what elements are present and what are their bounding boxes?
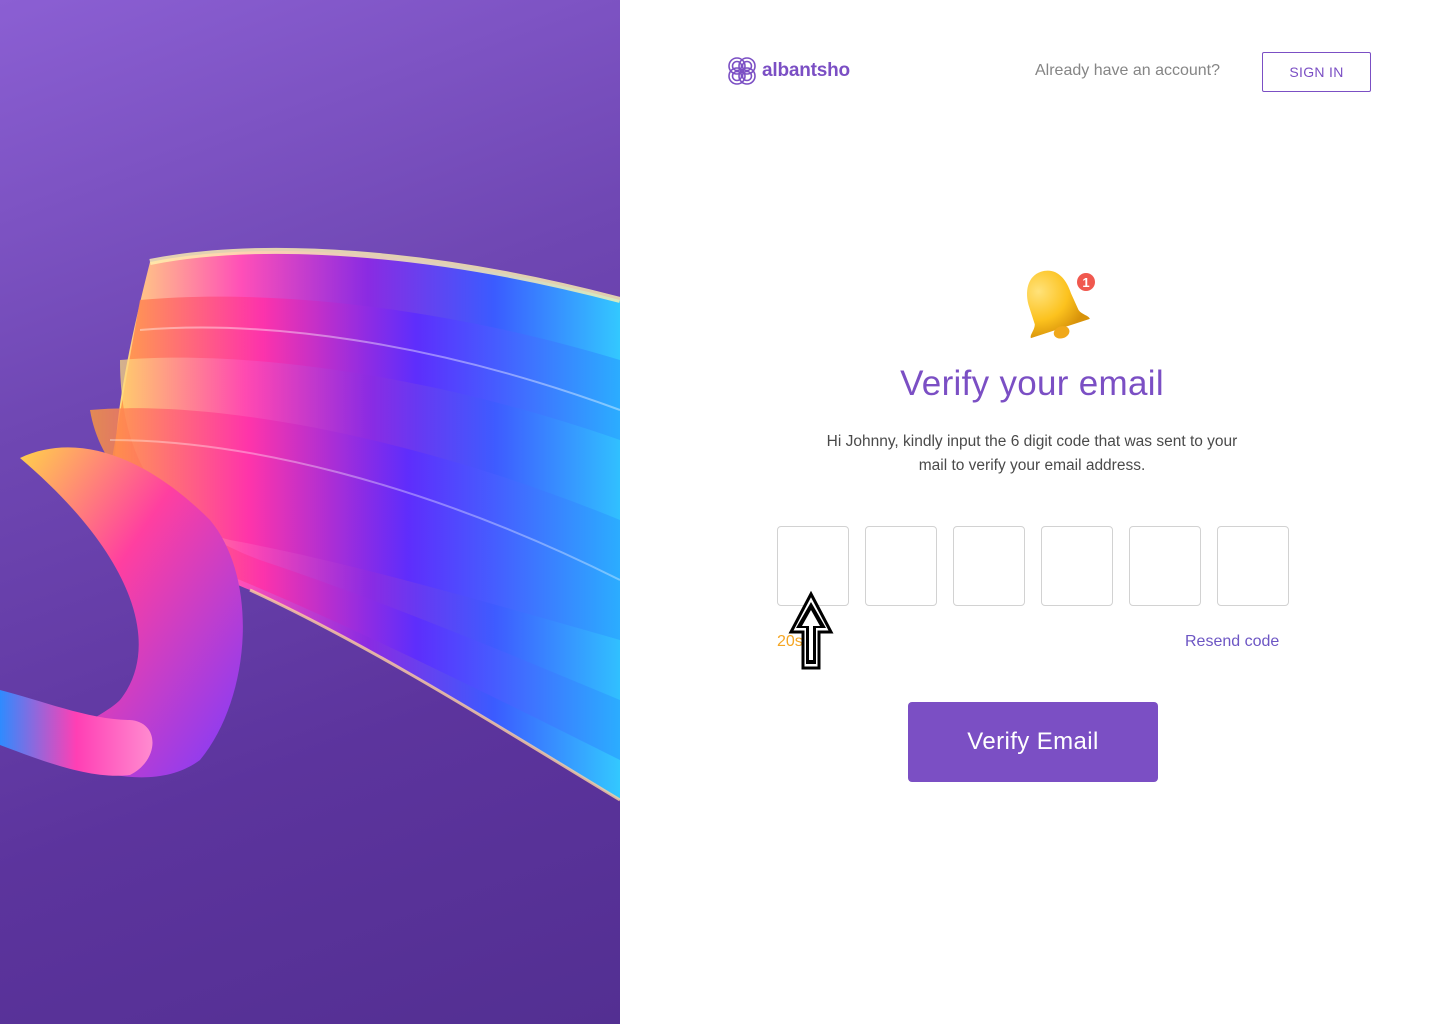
bell-notification-icon: 1	[1027, 270, 1095, 339]
brand-name: albantsho	[762, 60, 850, 81]
otp-digit-2[interactable]	[865, 526, 937, 606]
resend-code-link[interactable]: Resend code	[1185, 632, 1279, 652]
otp-digit-6[interactable]	[1217, 526, 1289, 606]
instructions-text: Hi Johnny, kindly input the 6 digit code…	[826, 433, 1238, 474]
otp-digit-5[interactable]	[1129, 526, 1201, 606]
otp-digit-3[interactable]	[953, 526, 1025, 606]
cursor-arrow-icon	[788, 590, 834, 670]
hero-artwork	[0, 0, 620, 1024]
otp-input-group	[777, 526, 1289, 606]
verify-email-button[interactable]: Verify Email	[908, 702, 1158, 782]
albantsho-logo-icon	[728, 57, 756, 85]
brand-logo[interactable]: albantsho	[726, 54, 850, 88]
page-title: Verify your email	[900, 364, 1164, 403]
abstract-wave-artwork	[0, 247, 620, 802]
notification-count: 1	[1082, 275, 1089, 290]
account-question: Already have an account?	[1035, 62, 1221, 79]
sign-in-button[interactable]: SIGN IN	[1262, 52, 1371, 92]
otp-digit-4[interactable]	[1041, 526, 1113, 606]
